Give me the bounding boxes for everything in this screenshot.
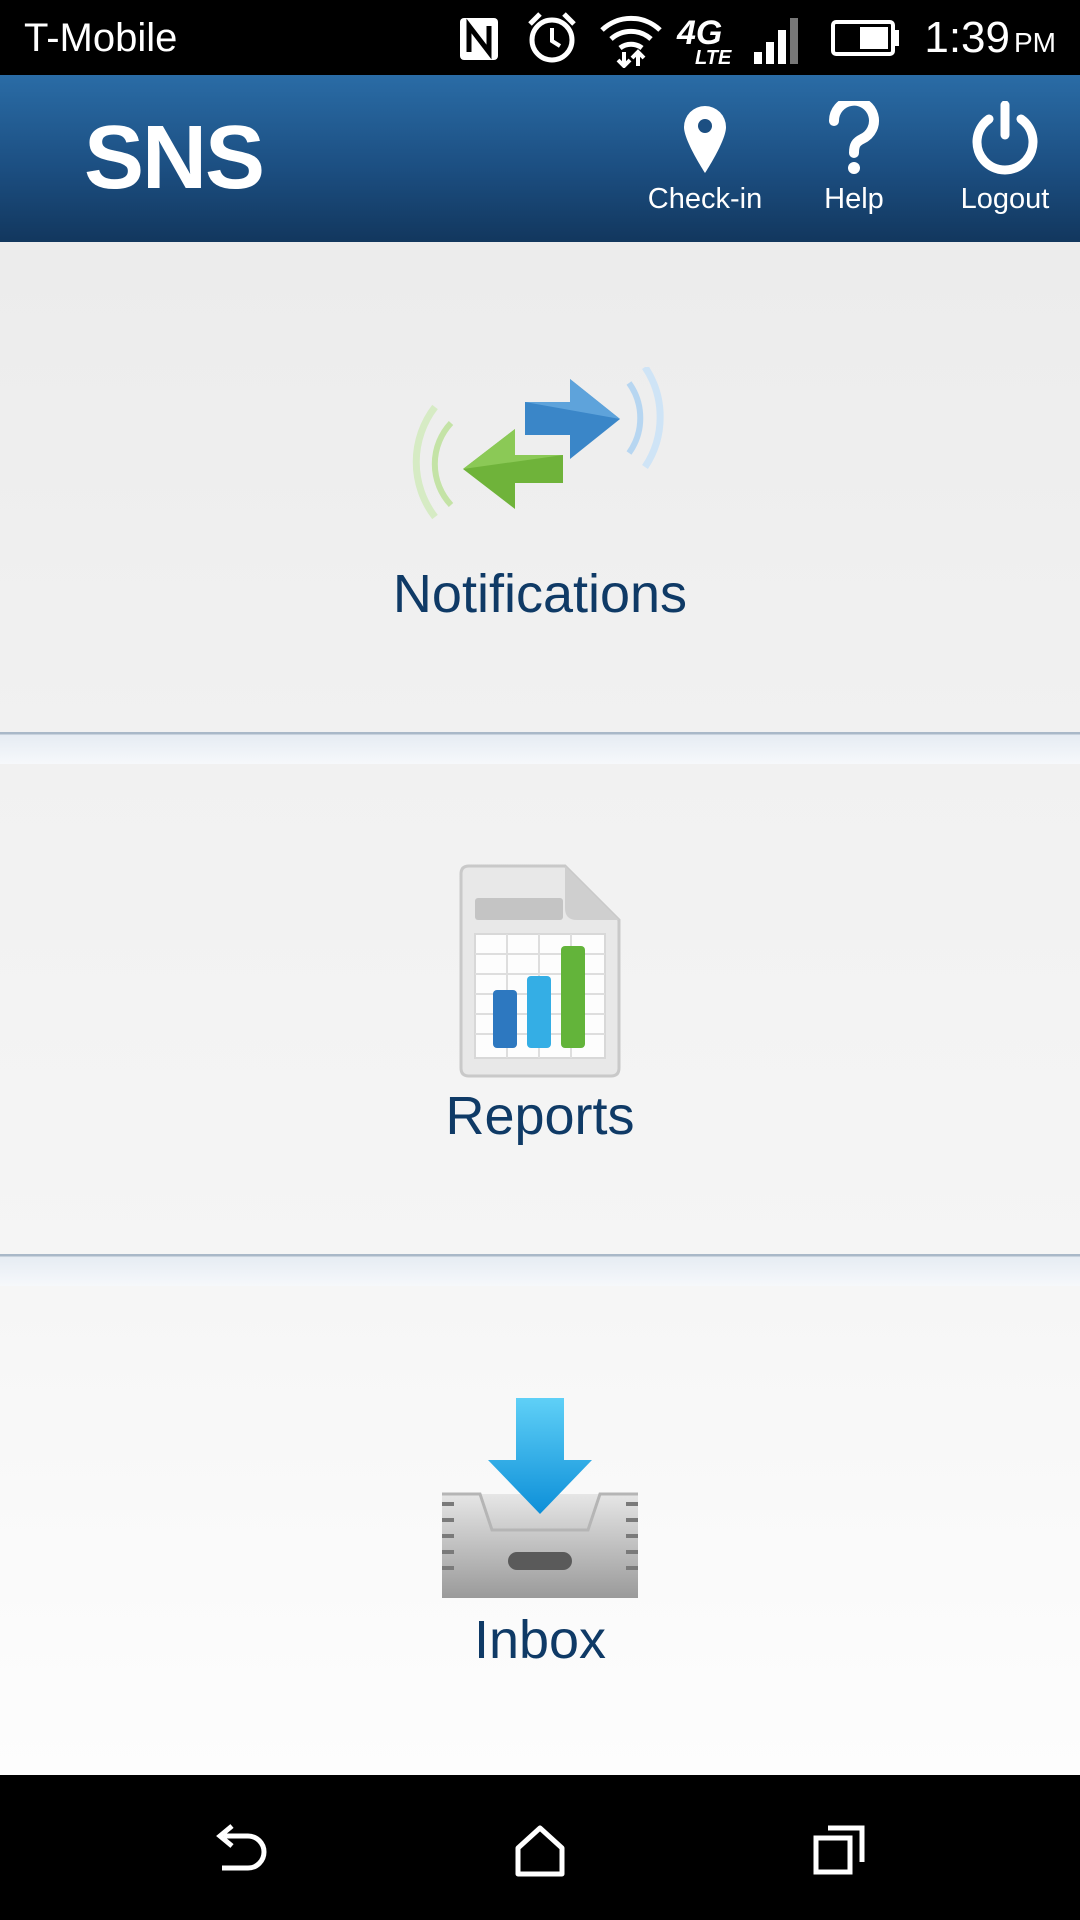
reports-tile[interactable]: Reports: [0, 764, 1080, 1254]
alarm-icon: [528, 12, 576, 63]
logout-label: Logout: [960, 183, 1050, 215]
reports-chart-icon: [459, 864, 621, 1078]
question-mark-icon: [828, 101, 879, 174]
power-icon: [972, 101, 1038, 175]
app-bar: SNS Check-in Help Logout: [0, 75, 1080, 242]
check-in-label: Check-in: [647, 183, 763, 215]
notifications-arrows-icon: [412, 367, 664, 520]
inbox-label: Inbox: [473, 1610, 607, 1670]
back-icon: [216, 1824, 267, 1871]
check-in-button[interactable]: Check-in: [635, 95, 775, 225]
help-button[interactable]: Help: [784, 95, 924, 225]
help-label: Help: [824, 183, 884, 215]
carrier-name: T-Mobile: [24, 16, 178, 60]
nfc-icon: [460, 18, 498, 60]
4g-lte-icon: 4G LTE: [676, 14, 732, 68]
inbox-download-icon: [442, 1398, 638, 1598]
location-pin-icon: [684, 106, 726, 173]
signal-icon: [754, 18, 798, 64]
svg-text:LTE: LTE: [695, 47, 732, 68]
reports-label: Reports: [445, 1086, 635, 1146]
system-nav-bar: [0, 1775, 1080, 1920]
home-icon: [515, 1825, 565, 1877]
logout-button[interactable]: Logout: [935, 95, 1075, 225]
home-button[interactable]: [480, 1805, 600, 1895]
recents-icon: [813, 1825, 865, 1875]
clock: 1:39 PM: [924, 12, 1056, 69]
inbox-tile[interactable]: Inbox: [0, 1286, 1080, 1775]
clock-ampm: PM: [1014, 27, 1056, 58]
notifications-tile[interactable]: Notifications: [0, 242, 1080, 732]
clock-time: 1:39: [924, 13, 1010, 62]
status-bar: T-Mobile 4G LTE 1:39 PM: [0, 0, 1080, 75]
notifications-label: Notifications: [392, 564, 688, 624]
main-menu: Notifications Reports Inbox: [0, 242, 1080, 1775]
wifi-icon: [600, 15, 662, 68]
recents-button[interactable]: [780, 1805, 900, 1895]
battery-icon: [831, 20, 899, 56]
app-logo: SNS: [84, 108, 265, 208]
back-button[interactable]: [180, 1805, 300, 1895]
menu-divider: [0, 1254, 1080, 1286]
menu-divider: [0, 732, 1080, 764]
